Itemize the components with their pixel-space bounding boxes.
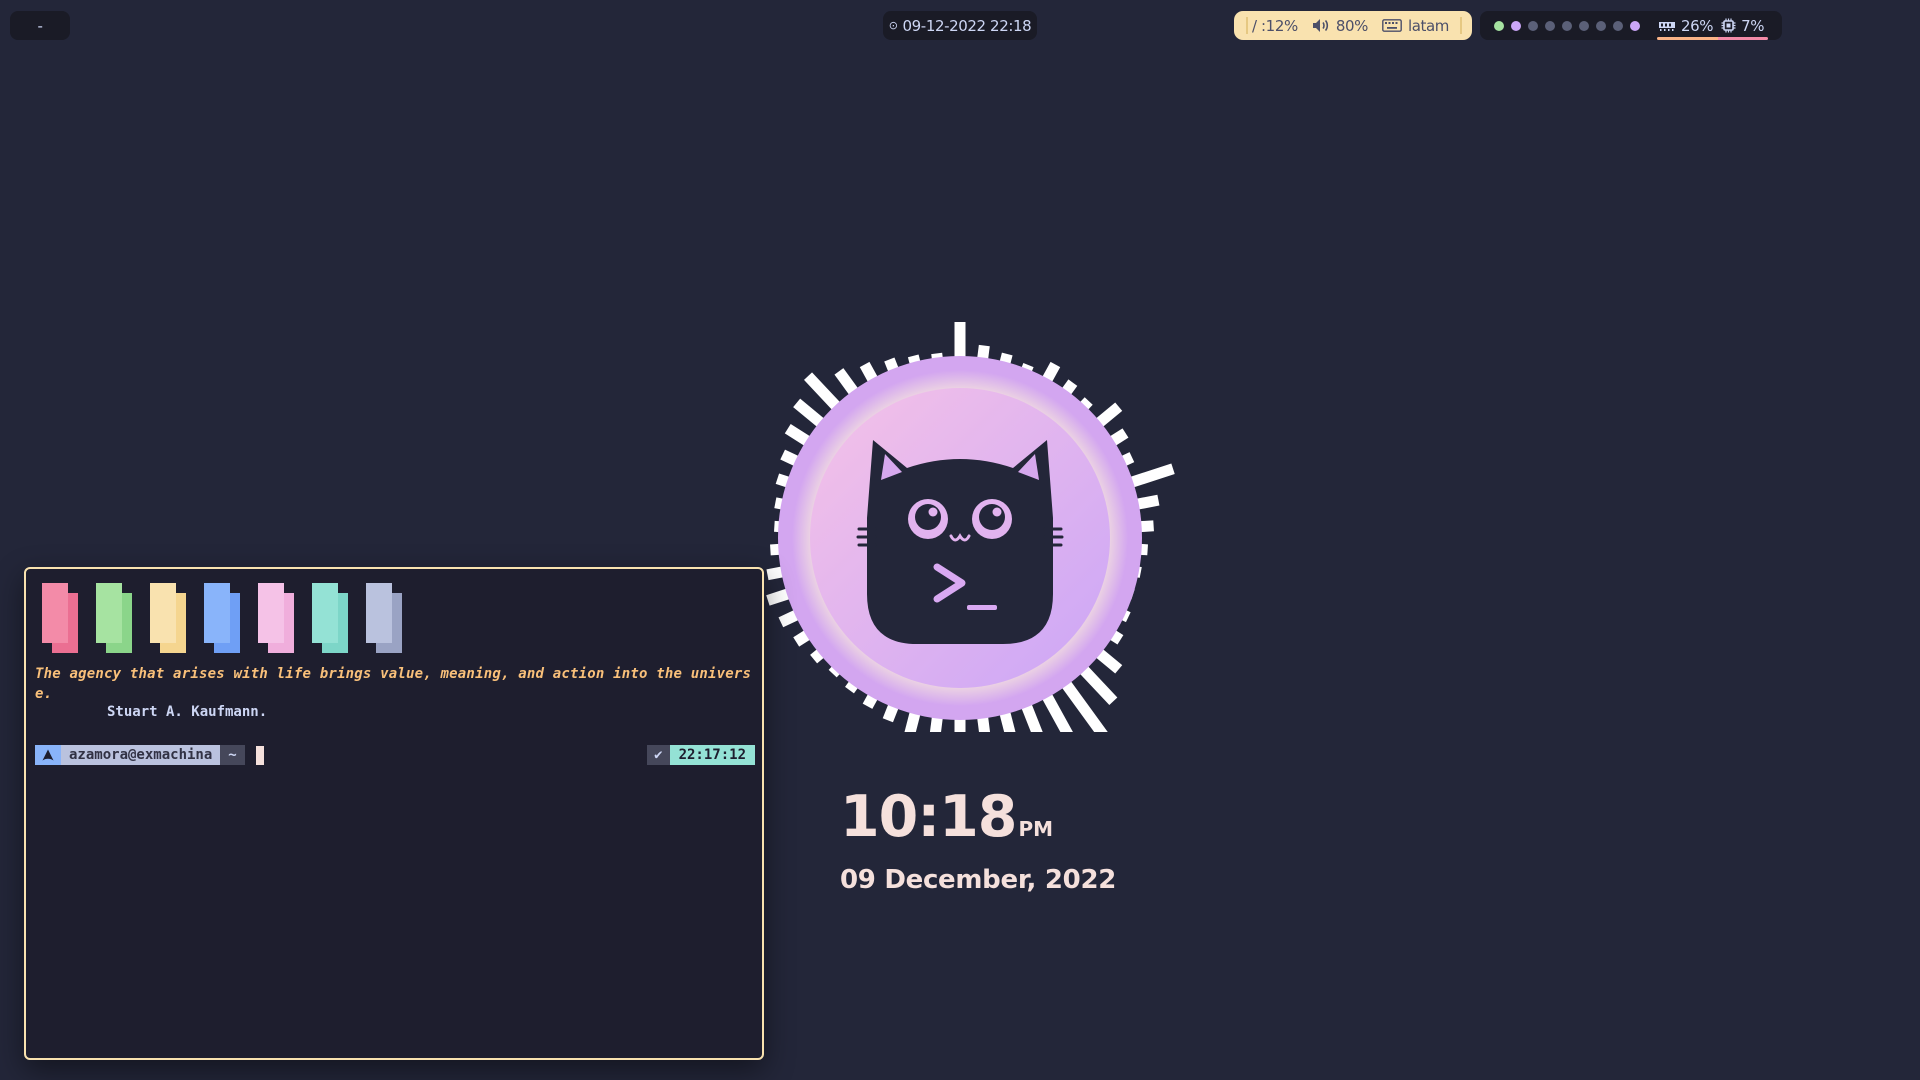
prompt-directory: ~ [220, 745, 245, 765]
bar-separator [1460, 17, 1462, 34]
desktop-clock-ampm: PM [1018, 817, 1053, 841]
shell-right-prompt: ✔ 22:17:12 [647, 745, 755, 765]
terminal-window[interactable]: The agency that arises with life brings … [24, 567, 764, 1060]
visualizer-bar [1125, 463, 1175, 489]
text-cursor[interactable] [255, 745, 264, 765]
color-swatch [258, 583, 294, 653]
workspace-dot[interactable] [1562, 20, 1572, 31]
bar-separator [1246, 17, 1248, 34]
workspace-dot[interactable] [1494, 20, 1504, 31]
resource-stats: 26% 7% [1658, 11, 1765, 40]
visualizer-bar [1076, 662, 1118, 706]
disk-usage: / :12% [1252, 16, 1298, 35]
workspace-dot[interactable] [1630, 20, 1640, 31]
visualizer-bar [1039, 689, 1073, 732]
color-swatch [150, 583, 186, 653]
bar-system-widget: / :12% 80% latam [1234, 11, 1472, 40]
bar-left-widget[interactable]: - [10, 11, 70, 40]
terminal-quote: The agency that arises with life brings … [35, 666, 752, 702]
prompt-status: ✔ [647, 745, 670, 765]
terminal-cat-icon [856, 440, 1064, 644]
cpu-icon [1721, 18, 1736, 33]
volume-icon[interactable] [1312, 18, 1330, 33]
shell-prompt[interactable]: azamora@exmachina ~ [35, 745, 264, 765]
workspace-indicators[interactable] [1494, 20, 1647, 31]
visualizer-bar [804, 372, 844, 414]
color-swatches [42, 583, 402, 653]
bar-left-label: - [37, 16, 43, 35]
prompt-time: 22:17:12 [669, 745, 755, 765]
bar-clock-text: 09-12-2022 22:18 [902, 16, 1032, 35]
keyboard-icon [1382, 19, 1402, 32]
workspace-widget: 26% 7% [1480, 11, 1782, 40]
arch-icon [35, 745, 61, 765]
cpu-usage: 7% [1741, 16, 1765, 35]
volume-level[interactable]: 80% [1336, 17, 1369, 35]
ram-usage: 26% [1681, 16, 1714, 35]
workspace-dot[interactable] [1528, 20, 1538, 31]
ram-icon [1658, 20, 1676, 32]
terminal-quote-author: Stuart A. Kaufmann. [107, 704, 268, 720]
desktop-clock-time: 10:18 [840, 784, 1017, 850]
bar-clock[interactable]: ⊙ 09-12-2022 22:18 [883, 11, 1037, 40]
workspace-dot[interactable] [1511, 20, 1521, 31]
color-swatch [96, 583, 132, 653]
prompt-user-host: azamora@exmachina [61, 745, 221, 765]
workspace-dot[interactable] [1613, 20, 1623, 31]
resource-underline [1657, 37, 1768, 40]
clock-icon: ⊙ [888, 19, 898, 32]
desktop-date: 09 December, 2022 [840, 865, 1117, 895]
color-swatch [204, 583, 240, 653]
workspace-dot[interactable] [1545, 20, 1555, 31]
audio-visualizer-emblem [766, 322, 1175, 732]
color-swatch [366, 583, 402, 653]
workspace-dot[interactable] [1579, 20, 1589, 31]
workspace-dot[interactable] [1596, 20, 1606, 31]
keyboard-layout[interactable]: latam [1408, 17, 1449, 35]
desktop-clock: 10:18 PM [840, 784, 1053, 850]
color-swatch [42, 583, 78, 653]
color-swatch [312, 583, 348, 653]
